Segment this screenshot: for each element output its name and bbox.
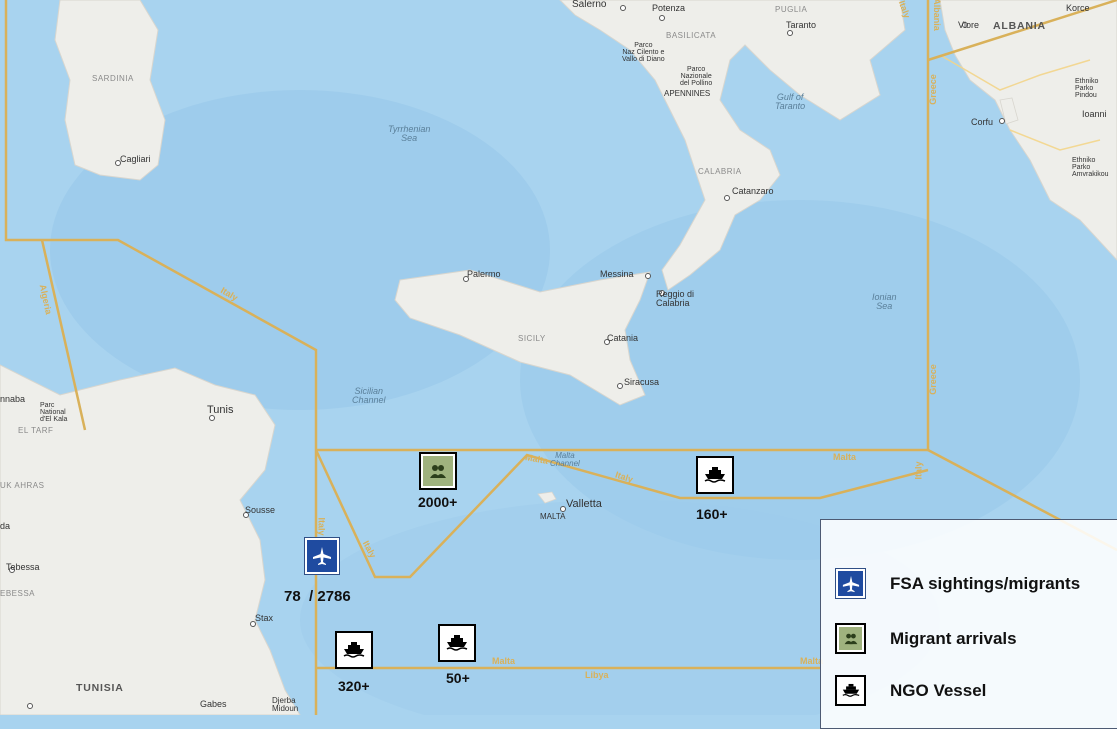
place-ethniko-parko: Ethniko Parko Pindou: [1075, 78, 1099, 99]
place-basilicata: BASILICATA: [666, 31, 717, 40]
place-palermo: Palermo: [467, 269, 501, 279]
place-da: da: [0, 521, 11, 531]
place-valletta: Valletta: [566, 498, 602, 510]
ngo-vessel-count: 160+: [696, 506, 728, 522]
legend-fsa-swatch: [835, 568, 866, 599]
boundary-label-malta-south: Malta: [492, 656, 516, 666]
place-apennines: APENNINES: [664, 89, 711, 98]
place-calabria: CALABRIA: [698, 167, 742, 176]
place-puglia: PUGLIA: [775, 5, 808, 14]
ngo-vessel-marker[interactable]: [696, 456, 734, 494]
map-legend: FSA sightings/migrants Migrant arrivals …: [820, 519, 1117, 729]
place-djerba: Djerba Midoun: [272, 696, 299, 713]
airplane-icon: [838, 571, 863, 596]
boundary-label-italy-east: Italy: [913, 461, 924, 480]
boundary-label-greece-north: Greece: [927, 74, 938, 105]
legend-label-fsa: FSA sightings/migrants: [890, 573, 1081, 593]
legend-migrant-swatch: [835, 623, 866, 654]
group-icon: [839, 627, 862, 650]
place-parc-national: Parc National d'El Kala: [40, 402, 68, 423]
place-sicilian-channel: Sicilian Channel: [352, 386, 386, 405]
place-reggio: Reggio di Calabria: [656, 289, 695, 308]
place-tyrrhenian: Tyrrhenian Sea: [388, 124, 431, 143]
legend-item-ngo: NGO Vessel: [835, 675, 986, 706]
place-catania: Catania: [607, 333, 639, 343]
place-albania: ALBANIA: [993, 20, 1046, 32]
place-parco-cilento: Parco Naz Cilento e Vallo di Diano: [622, 42, 665, 63]
place-parko-amvrakikou: Ethniko Parko Amvrakikou: [1072, 157, 1109, 178]
place-gulf-taranto: Gulf of Taranto: [775, 92, 806, 111]
group-icon: [423, 456, 453, 486]
place-messina: Messina: [600, 269, 634, 279]
ngo-vessel-marker[interactable]: [335, 631, 373, 669]
airplane-icon: [307, 540, 337, 572]
place-potenza: Potenza: [652, 3, 686, 13]
ngo-vessel-count: 320+: [338, 678, 370, 694]
place-malta: MALTA: [540, 512, 566, 521]
place-annaba: nnaba: [0, 394, 26, 404]
ngo-vessel-count: 50+: [446, 670, 470, 686]
place-siracusa: Siracusa: [624, 377, 660, 387]
place-parco-pollino: Parco Nazionale del Pollino: [680, 66, 713, 87]
place-corfu: Corfu: [971, 117, 994, 127]
place-souk-ahras: UK AHRAS: [0, 481, 45, 490]
boundary-label-italy-vertical: Italy: [316, 517, 327, 536]
ship-icon: [442, 628, 472, 658]
boundary-label-malta-east: Malta: [833, 452, 857, 462]
place-tebessa: Tebessa: [6, 562, 40, 572]
place-tunis: Tunis: [207, 404, 234, 416]
legend-label-ngo: NGO Vessel: [890, 680, 987, 700]
ngo-vessel-marker[interactable]: [438, 624, 476, 662]
boundary-label-albania: Albania: [931, 0, 942, 31]
place-ioannina: Ioanni: [1082, 109, 1107, 119]
place-gabes: Gabes: [200, 699, 227, 709]
place-catanzaro: Catanzaro: [732, 186, 774, 196]
place-tebessa-region: EBESSA: [0, 589, 36, 598]
fsa-sightings-marker[interactable]: [304, 537, 340, 575]
place-korce: Korce: [1066, 3, 1090, 13]
migrant-arrivals-count: 2000+: [418, 494, 458, 510]
legend-label-migrant: Migrant arrivals: [890, 628, 1017, 648]
legend-item-migrant: Migrant arrivals: [835, 623, 1017, 654]
place-sousse: Sousse: [245, 505, 276, 515]
legend-ngo-swatch: [835, 675, 866, 706]
place-vlore: Vlore: [958, 20, 980, 30]
place-sicily: SICILY: [518, 334, 546, 343]
legend-item-fsa: FSA sightings/migrants: [835, 568, 1080, 599]
ship-icon: [700, 460, 730, 490]
ship-icon: [839, 679, 862, 702]
boundary-label-greece-south: Greece: [927, 364, 938, 395]
place-ionian: Ionian Sea: [872, 292, 897, 311]
place-taranto: Taranto: [786, 20, 817, 30]
boundary-label-libya: Libya: [585, 670, 609, 680]
place-tunisia: TUNISIA: [76, 682, 124, 694]
place-stax: Stax: [255, 613, 274, 623]
fsa-sightings-count: 78 / 2786: [284, 588, 351, 605]
ship-icon: [339, 635, 369, 665]
place-cagliari: Cagliari: [120, 154, 151, 164]
place-el-tarf: EL TARF: [18, 426, 54, 435]
place-salerno: Salerno: [572, 0, 607, 10]
place-malta-channel: Malta Channel: [550, 451, 580, 468]
migrant-arrivals-marker[interactable]: [419, 452, 457, 490]
place-sardinia: SARDINIA: [92, 74, 134, 83]
